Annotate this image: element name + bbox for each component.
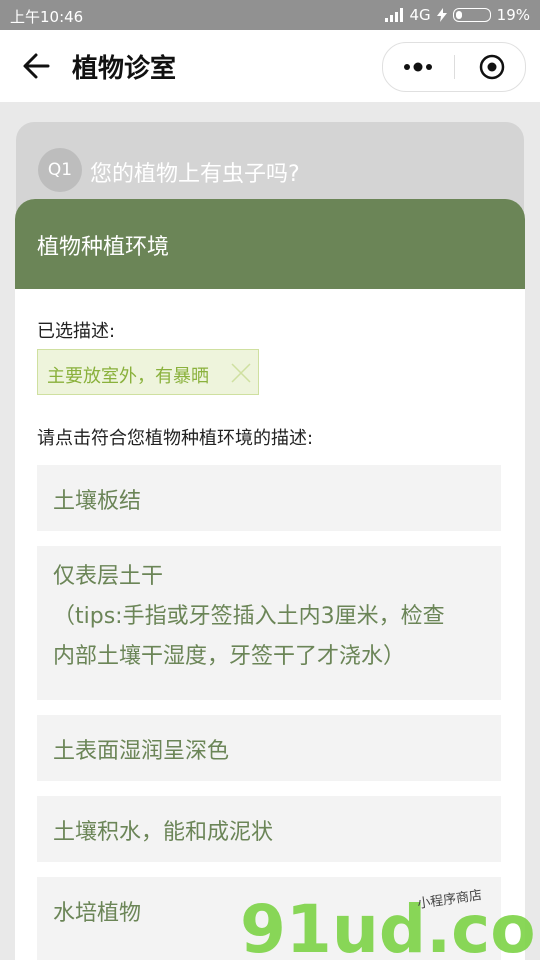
close-icon[interactable] [230, 362, 252, 384]
mini-program-capsule [382, 42, 526, 92]
selected-tag-text: 主要放室外，有暴晒 [47, 366, 209, 387]
option-text: 土壤板结 [53, 489, 142, 514]
page-title: 植物诊室 [72, 54, 177, 84]
option-item[interactable]: 土表面湿润呈深色 [37, 715, 501, 781]
watermark-logo: 91ud.com 小程序商店 [240, 888, 540, 960]
option-text: 土表面湿润呈深色 [53, 739, 230, 764]
arrow-left-icon[interactable] [18, 48, 54, 84]
question-text: 您的植物上有虫子吗? [90, 162, 300, 187]
option-item[interactable]: 土壤积水，能和成泥状 [37, 796, 501, 862]
option-text: 土壤积水，能和成泥状 [53, 820, 274, 845]
charging-icon [436, 8, 447, 22]
option-text: 内部土壤干湿度，牙签干了才浇水） [53, 644, 406, 669]
option-text: （tips:手指或牙签插入土内3厘米，检查 [53, 604, 445, 629]
panel-header: 植物种植环境 [15, 199, 525, 289]
status-time: 上午10:46 [10, 8, 84, 26]
battery-percent: 19% [496, 6, 530, 24]
selected-tag[interactable]: 主要放室外，有暴晒 [37, 349, 259, 395]
option-item[interactable]: 仅表层土干 （tips:手指或牙签插入土内3厘米，检查 内部土壤干湿度，牙签干了… [37, 546, 501, 700]
network-type: 4G [409, 6, 431, 24]
option-hint: 请点击符合您植物种植环境的描述: [37, 428, 314, 449]
status-bar: 上午10:46 4G 19% [0, 0, 540, 30]
option-item[interactable]: 土壤板结 [37, 465, 501, 531]
status-indicators: 4G 19% [385, 6, 530, 24]
signal-icon [385, 8, 404, 22]
selected-label: 已选描述: [37, 321, 116, 342]
capsule-divider [454, 55, 455, 79]
more-dots-icon[interactable] [403, 59, 433, 75]
panel-title: 植物种植环境 [37, 235, 170, 260]
question-badge: Q1 [38, 148, 82, 192]
watermark-text: 91ud.com [240, 891, 540, 960]
option-text: 仅表层土干 [53, 564, 164, 589]
battery-icon [452, 8, 491, 22]
target-circle-icon[interactable] [479, 54, 505, 80]
environment-panel: 植物种植环境 已选描述: 主要放室外，有暴晒 请点击符合您植物种植环境的描述: … [15, 199, 525, 960]
nav-bar: 植物诊室 [0, 30, 540, 102]
